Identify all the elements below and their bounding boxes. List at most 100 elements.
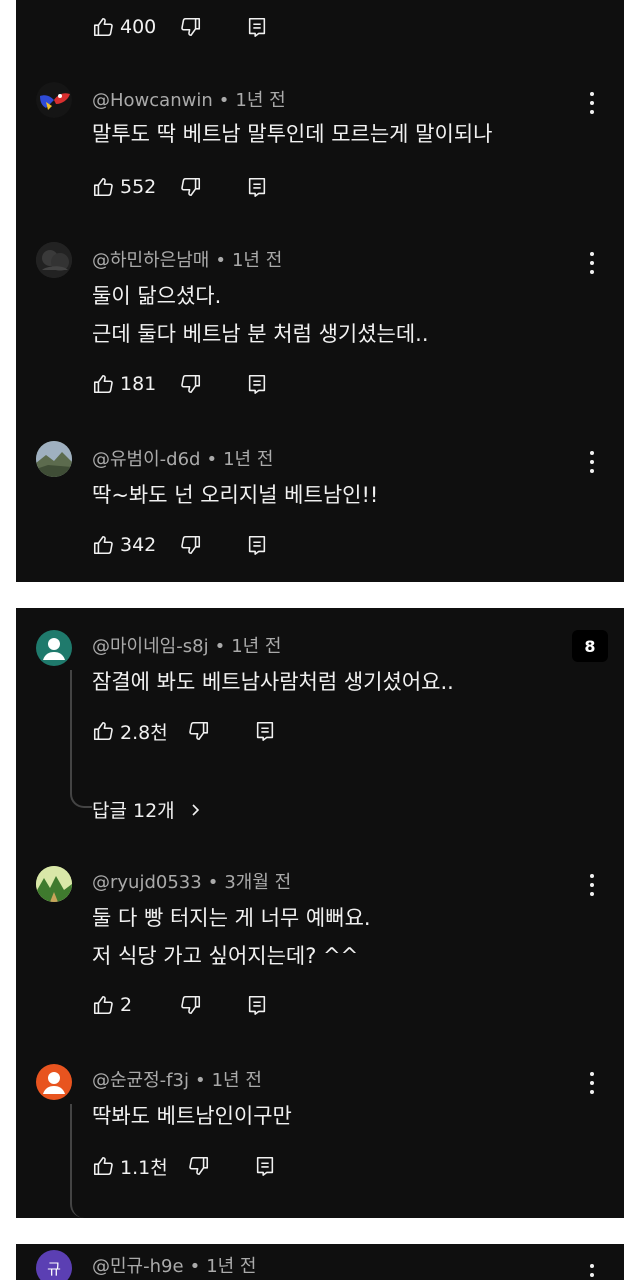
more-vert-dot: [590, 469, 594, 473]
dislike-button[interactable]: [180, 373, 202, 395]
avatar[interactable]: [36, 630, 72, 666]
comment-time[interactable]: 1년 전: [231, 636, 281, 657]
comment-time[interactable]: 1년 전: [206, 1256, 256, 1277]
thumbs-up-icon: [93, 721, 113, 741]
more-options-button[interactable]: [588, 1072, 596, 1099]
avatar[interactable]: [36, 242, 72, 278]
thumbs-down-icon: [181, 374, 201, 394]
more-vert-dot: [590, 1081, 594, 1085]
comment-text: 근데 둘다 베트남 분 처럼 생기셨는데..: [92, 322, 429, 346]
comment-meta: @마이네임-s8j • 1년 전: [92, 632, 282, 658]
author-handle[interactable]: @하민하은남매: [92, 250, 209, 271]
more-vert-dot: [590, 101, 594, 105]
meta-separator: •: [207, 872, 219, 893]
like-button[interactable]: 342: [92, 534, 160, 556]
like-count: 342: [120, 534, 157, 556]
dislike-button[interactable]: [188, 720, 210, 742]
meta-separator: •: [206, 449, 218, 470]
reply-button[interactable]: [246, 994, 268, 1016]
more-options-button[interactable]: [588, 451, 596, 478]
thumbs-up-icon: [93, 995, 113, 1015]
reply-icon: [256, 1156, 273, 1176]
dislike-button[interactable]: [180, 16, 202, 38]
landscape-avatar-icon: [36, 441, 72, 477]
comments-panel-1: 400 @Howcanwin • 1년 전 말투도 딱 베트남 말투인데 모르는게 …: [16, 0, 624, 582]
reply-thread-line: [70, 1104, 92, 1218]
dislike-button[interactable]: [180, 176, 202, 198]
meta-separator: •: [218, 90, 230, 111]
author-handle[interactable]: @마이네임-s8j: [92, 636, 209, 657]
more-vert-dot: [590, 1090, 594, 1094]
more-vert-dot: [590, 1273, 594, 1277]
more-vert-dot: [590, 270, 594, 274]
reply-button[interactable]: [254, 720, 276, 742]
author-handle[interactable]: @ryujd0533: [92, 872, 202, 893]
reply-button[interactable]: [246, 534, 268, 556]
like-count: 2.8천: [120, 721, 168, 744]
view-replies-button[interactable]: 답글 12개: [92, 796, 203, 823]
thumbs-down-icon: [188, 1156, 208, 1176]
more-options-button[interactable]: [588, 252, 596, 279]
thumbs-up-icon: [93, 177, 113, 197]
comment-time[interactable]: 1년 전: [232, 250, 282, 271]
avatar[interactable]: [36, 441, 72, 477]
comment-time[interactable]: 1년 전: [235, 90, 285, 111]
forest-avatar-icon: [36, 866, 72, 902]
more-vert-icon: [590, 92, 594, 96]
comment-text: 딱봐도 베트남인이구만: [92, 1104, 292, 1128]
comment-meta: @민규-h9e • 1년 전: [92, 1252, 256, 1278]
more-vert-icon: [590, 1264, 594, 1268]
reply-icon: [248, 374, 266, 394]
thumbs-down-icon: [181, 17, 201, 37]
more-options-button[interactable]: [588, 874, 596, 901]
comment-actions: 342: [92, 530, 268, 560]
comment-time[interactable]: 1년 전: [223, 449, 273, 470]
more-vert-dot: [590, 261, 594, 265]
author-handle[interactable]: @민규-h9e: [92, 1256, 184, 1277]
dislike-button[interactable]: [180, 534, 202, 556]
thumbs-down-icon: [181, 177, 201, 197]
avatar[interactable]: [36, 866, 72, 902]
reply-button[interactable]: [246, 373, 268, 395]
avatar[interactable]: 규: [36, 1250, 72, 1280]
comments-panel-3: 규 @민규-h9e • 1년 전: [16, 1244, 624, 1280]
author-handle[interactable]: @유범이-d6d: [92, 449, 200, 470]
more-vert-icon: [590, 451, 594, 455]
like-count: 400: [120, 16, 157, 38]
meta-separator: •: [215, 250, 226, 271]
comment-time[interactable]: 1년 전: [212, 1070, 262, 1091]
more-vert-dot: [590, 892, 594, 896]
reply-button[interactable]: [246, 16, 268, 38]
more-options-button[interactable]: [588, 1264, 596, 1280]
avatar[interactable]: [36, 82, 72, 118]
like-count: 1.1천: [120, 1156, 168, 1179]
comment-actions: 552: [92, 172, 268, 202]
comment-actions: 181: [92, 369, 268, 399]
like-count: 552: [120, 176, 157, 198]
like-button[interactable]: 181: [92, 373, 160, 395]
like-button[interactable]: 400: [92, 16, 160, 38]
like-count: 181: [120, 373, 157, 395]
like-button[interactable]: 1.1천: [92, 1153, 168, 1180]
meta-separator: •: [189, 1256, 201, 1277]
like-button[interactable]: 2.8천: [92, 718, 168, 745]
author-handle[interactable]: @Howcanwin: [92, 90, 213, 111]
reply-button[interactable]: [246, 176, 268, 198]
avatar[interactable]: [36, 1064, 72, 1100]
more-vert-icon: [590, 252, 594, 256]
more-options-button[interactable]: [588, 92, 596, 119]
more-vert-dot: [590, 883, 594, 887]
reply-thread-line: [70, 670, 92, 808]
thumbs-down-icon: [188, 721, 208, 741]
like-button[interactable]: 2: [92, 994, 160, 1016]
comment-meta: @ryujd0533 • 3개월 전: [92, 868, 291, 894]
replies-label: 답글 12개: [92, 800, 175, 822]
dislike-button[interactable]: [180, 994, 202, 1016]
dislike-button[interactable]: [188, 1155, 210, 1177]
comment-actions: 2: [92, 990, 268, 1020]
comment-text: 저 식당 가고 싶어지는데? ^^: [92, 944, 359, 968]
reply-button[interactable]: [254, 1155, 276, 1177]
like-button[interactable]: 552: [92, 176, 160, 198]
author-handle[interactable]: @순균정-f3j: [92, 1070, 189, 1091]
comment-time[interactable]: 3개월 전: [224, 872, 291, 893]
